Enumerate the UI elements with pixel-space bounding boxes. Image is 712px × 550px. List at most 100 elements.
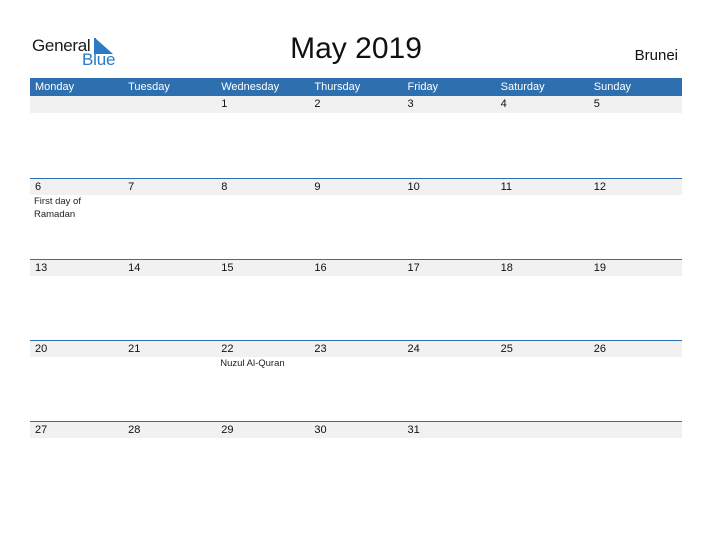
events-row: Nuzul Al-Quran — [30, 357, 682, 370]
holiday-event — [216, 195, 309, 221]
calendar: Monday Tuesday Wednesday Thursday Friday… — [30, 78, 682, 502]
date-row: 1 2 3 4 5 — [30, 96, 682, 113]
day-cell: 26 — [589, 341, 682, 357]
day-cell: 14 — [123, 260, 216, 276]
holiday-event — [589, 357, 682, 370]
day-cell: 18 — [496, 260, 589, 276]
day-cell: 2 — [309, 96, 402, 113]
day-number: 1 — [221, 98, 228, 110]
date-row: 20 21 22 23 24 25 26 — [30, 341, 682, 357]
holiday-event — [30, 357, 123, 370]
day-cell: 3 — [403, 96, 496, 113]
day-cell: 8 — [216, 179, 309, 195]
day-cell: 19 — [589, 260, 682, 276]
week-row: 1 2 3 4 5 — [30, 96, 682, 178]
holiday-event — [123, 195, 216, 221]
day-number: 13 — [35, 262, 48, 274]
holiday-event — [496, 357, 589, 370]
day-number: 7 — [128, 181, 135, 193]
day-cell: 27 — [30, 422, 123, 438]
day-number: 8 — [221, 181, 228, 193]
day-cell: 15 — [216, 260, 309, 276]
day-cell: 20 — [30, 341, 123, 357]
events-row: First day of Ramadan — [30, 195, 682, 221]
day-number: 17 — [407, 262, 420, 274]
day-cell: 5 — [589, 96, 682, 113]
day-cell: 6 — [30, 179, 123, 195]
day-cell: 17 — [403, 260, 496, 276]
day-cell: 1 — [216, 96, 309, 113]
day-number: 24 — [407, 343, 420, 355]
day-number: 11 — [500, 181, 513, 193]
holiday-event: First day of Ramadan — [34, 196, 81, 220]
weekday-tuesday: Tuesday — [128, 81, 170, 93]
date-row: 27 28 29 30 31 — [30, 422, 682, 438]
day-number: 30 — [314, 424, 327, 436]
week-row: 6 7 8 9 10 11 12 First day of Ramadan — [30, 178, 682, 259]
holiday-event — [403, 357, 496, 370]
day-number: 15 — [221, 262, 234, 274]
holiday-event: Nuzul Al-Quran — [220, 358, 285, 369]
day-number: 19 — [593, 262, 606, 274]
day-cell: 25 — [496, 341, 589, 357]
weekday-header: Monday Tuesday Wednesday Thursday Friday… — [30, 78, 682, 96]
weekday-saturday: Saturday — [500, 81, 545, 93]
page-title: May 2019 — [290, 32, 422, 65]
weekday-friday: Friday — [407, 81, 439, 93]
day-number: 28 — [128, 424, 141, 436]
day-number: 14 — [128, 262, 141, 274]
day-number: 16 — [314, 262, 327, 274]
country-label: Brunei — [634, 47, 678, 64]
day-number: 10 — [407, 181, 420, 193]
day-cell — [30, 96, 123, 113]
day-cell — [589, 422, 682, 438]
holiday-event — [403, 195, 496, 221]
weeks-container: 1 2 3 4 5 6 7 8 9 10 11 12 First day of Ramadan 13 14 1… — [30, 96, 682, 502]
day-cell: 4 — [496, 96, 589, 113]
day-cell: 31 — [403, 422, 496, 438]
day-cell — [123, 96, 216, 113]
week-row: 27 28 29 30 31 — [30, 421, 682, 502]
day-cell: 9 — [309, 179, 402, 195]
weekday-thursday: Thursday — [314, 81, 361, 93]
day-number: 29 — [221, 424, 234, 436]
holiday-event — [123, 357, 216, 370]
day-cell: 21 — [123, 341, 216, 357]
day-cell: 30 — [309, 422, 402, 438]
day-cell: 24 — [403, 341, 496, 357]
week-row: 20 21 22 23 24 25 26 Nuzul Al-Quran — [30, 340, 682, 421]
day-cell: 12 — [589, 179, 682, 195]
holiday-event — [309, 195, 402, 221]
day-number: 6 — [35, 181, 42, 193]
day-number: 9 — [314, 181, 321, 193]
weekday-wednesday: Wednesday — [221, 81, 280, 93]
day-cell: 29 — [216, 422, 309, 438]
day-number: 4 — [500, 98, 507, 110]
day-cell: 10 — [403, 179, 496, 195]
day-number: 20 — [35, 343, 48, 355]
day-number: 31 — [407, 424, 420, 436]
day-cell: 13 — [30, 260, 123, 276]
holiday-event — [496, 195, 589, 221]
day-cell: 7 — [123, 179, 216, 195]
week-row: 13 14 15 16 17 18 19 — [30, 259, 682, 340]
day-number: 22 — [221, 343, 234, 355]
day-cell — [496, 422, 589, 438]
day-number: 18 — [500, 262, 513, 274]
day-number: 21 — [128, 343, 141, 355]
day-cell: 28 — [123, 422, 216, 438]
day-number: 2 — [314, 98, 321, 110]
date-row: 6 7 8 9 10 11 12 — [30, 179, 682, 195]
day-cell: 23 — [309, 341, 402, 357]
holiday-event — [589, 195, 682, 221]
weekday-monday: Monday — [35, 81, 75, 93]
holiday-event — [309, 357, 402, 370]
day-number: 23 — [314, 343, 327, 355]
day-number: 25 — [500, 343, 513, 355]
day-number: 12 — [593, 181, 606, 193]
weekday-sunday: Sunday — [593, 81, 632, 93]
day-number: 27 — [35, 424, 48, 436]
day-number: 26 — [593, 343, 606, 355]
day-number: 3 — [407, 98, 414, 110]
date-row: 13 14 15 16 17 18 19 — [30, 260, 682, 276]
